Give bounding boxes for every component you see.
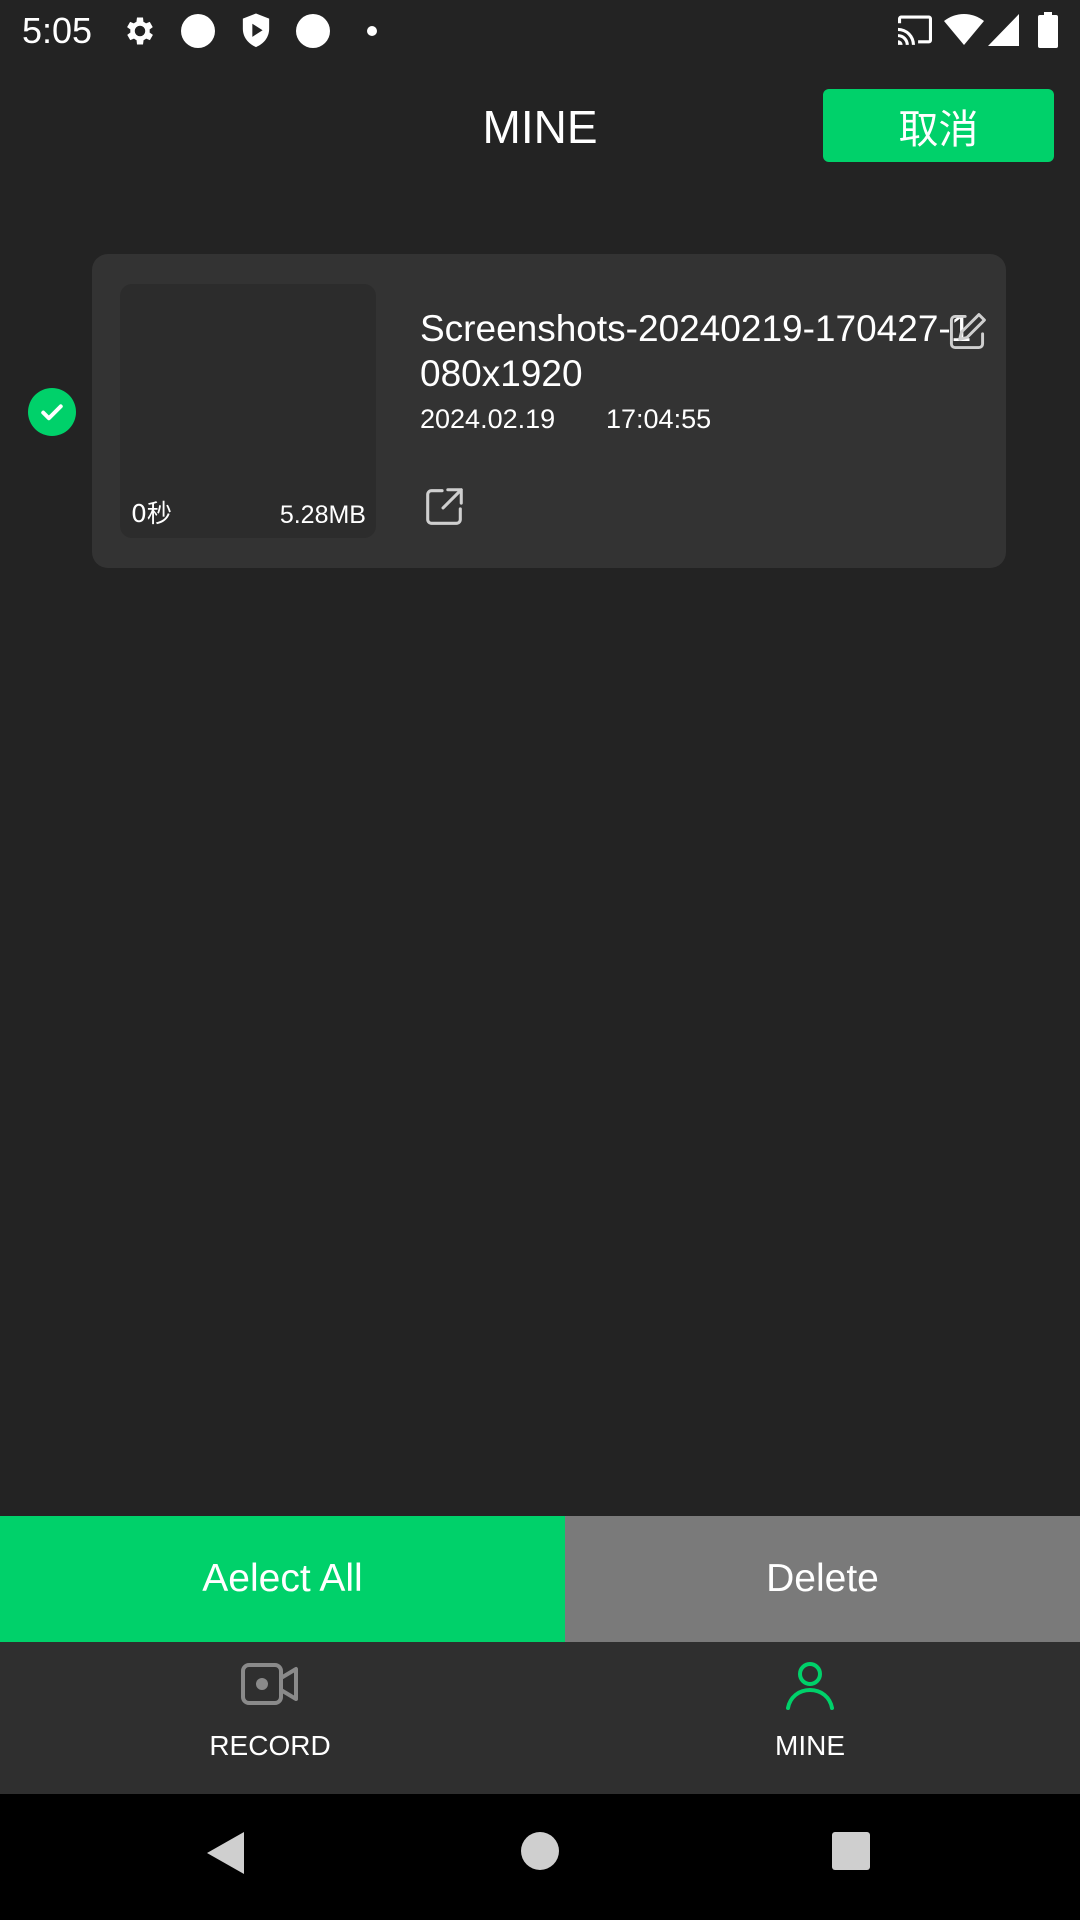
status-bar: 5:05: [0, 0, 1080, 62]
video-thumbnail[interactable]: 0秒 5.28MB: [120, 284, 376, 538]
edit-icon[interactable]: [945, 310, 989, 354]
bottom-nav: RECORD MINE: [0, 1642, 1080, 1794]
cast-icon: [896, 14, 934, 48]
file-date: 2024.02.19: [420, 404, 556, 434]
status-time: 5:05: [22, 10, 93, 51]
delete-button[interactable]: Delete: [565, 1516, 1080, 1642]
nav-item-mine[interactable]: MINE: [540, 1642, 1080, 1794]
circle-icon: [180, 13, 216, 49]
recording-card[interactable]: 0秒 5.28MB Screenshots-20240219-170427-10…: [92, 254, 1006, 568]
circle-icon: [295, 13, 331, 49]
signal-icon: [988, 13, 1020, 47]
nav-label-record: RECORD: [209, 1730, 331, 1761]
select-all-button[interactable]: Aelect All: [0, 1516, 565, 1642]
cancel-button[interactable]: 取消: [823, 89, 1054, 162]
nav-item-record[interactable]: RECORD: [0, 1642, 540, 1794]
system-nav-bar: [0, 1794, 1080, 1920]
back-icon[interactable]: [205, 1830, 245, 1881]
selected-check-icon[interactable]: [28, 388, 76, 436]
file-name: Screenshots-20240219-170427-1080x1920: [420, 308, 972, 394]
video-camera-icon: [240, 1660, 300, 1715]
home-icon[interactable]: [519, 1830, 561, 1877]
header: MINE 取消: [0, 62, 1080, 192]
share-icon[interactable]: [421, 484, 467, 530]
recents-icon[interactable]: [830, 1830, 872, 1877]
gear-icon: [122, 13, 158, 49]
file-time: 17:04:55: [606, 404, 712, 434]
video-duration: 0秒: [131, 499, 172, 528]
nav-label-mine: MINE: [775, 1730, 845, 1761]
shield-play-icon: [238, 12, 274, 50]
battery-icon: [1038, 12, 1058, 48]
person-icon: [784, 1660, 836, 1717]
dot-icon: [366, 25, 378, 37]
wifi-icon: [944, 14, 984, 46]
video-size: 5.28MB: [279, 501, 366, 529]
